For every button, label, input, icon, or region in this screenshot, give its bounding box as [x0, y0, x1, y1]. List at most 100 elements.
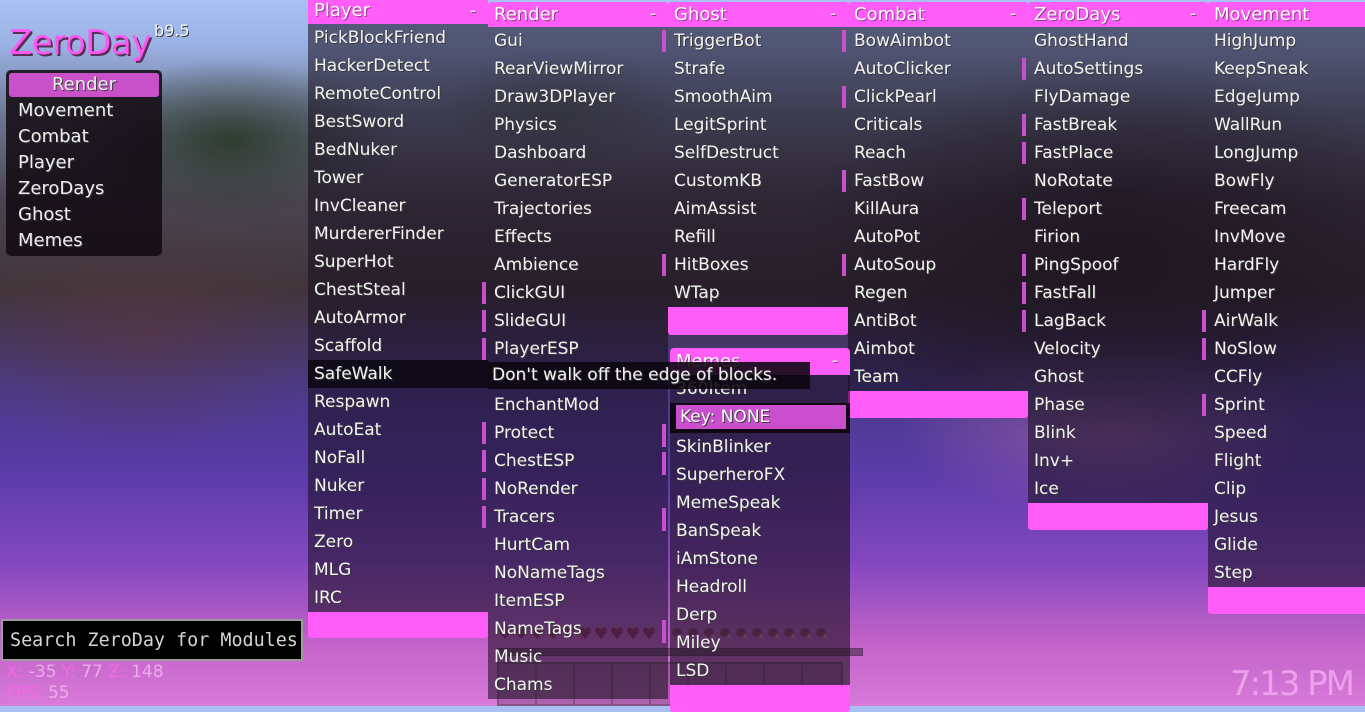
module-item[interactable]: Teleport [1022, 195, 1208, 223]
module-item[interactable]: HighJump [1208, 27, 1365, 55]
module-item[interactable]: KillAura [848, 195, 1028, 223]
module-item[interactable]: Miley [662, 620, 850, 657]
module-item[interactable]: SkinBlinker [662, 424, 850, 461]
module-item[interactable]: Effects [488, 223, 668, 251]
module-item[interactable]: EnchantMod [488, 391, 668, 419]
module-item[interactable]: Trajectories [488, 195, 668, 223]
module-item[interactable]: MLG [308, 556, 488, 584]
module-item[interactable]: Sprint [1202, 391, 1365, 419]
module-item[interactable]: AutoEat [308, 416, 488, 444]
module-item-hovered[interactable]: SafeWalk [308, 360, 488, 388]
module-item[interactable]: FlyDamage [1028, 83, 1208, 111]
module-item[interactable]: ItemESP [488, 587, 668, 615]
category-ghost[interactable]: Ghost [6, 202, 162, 228]
module-item[interactable]: Nuker [308, 472, 488, 500]
module-item[interactable]: LegitSprint [668, 111, 848, 139]
module-item[interactable]: Jesus [1208, 503, 1365, 531]
module-item[interactable]: PickBlockFriend [308, 24, 488, 52]
module-item[interactable]: InvCleaner [308, 192, 488, 220]
module-item[interactable]: GhostHand [1028, 27, 1208, 55]
module-item[interactable]: AutoSoup [842, 251, 1028, 279]
module-item[interactable]: Regen [848, 279, 1028, 307]
module-search[interactable] [1, 619, 303, 661]
module-item[interactable]: PlayerESP [482, 335, 668, 363]
module-item[interactable]: HitBoxes [662, 251, 848, 279]
module-item[interactable]: FastFall [1022, 279, 1208, 307]
module-item[interactable]: BestSword [308, 108, 488, 136]
module-item[interactable]: Flight [1208, 447, 1365, 475]
module-item[interactable]: FastBreak [1022, 111, 1208, 139]
module-item[interactable]: AutoSettings [1022, 55, 1208, 83]
module-item[interactable]: AutoPot [848, 223, 1028, 251]
module-item[interactable]: TriggerBot [662, 27, 848, 55]
module-item[interactable]: Zero [308, 528, 488, 556]
module-item[interactable]: LongJump [1208, 139, 1365, 167]
module-item[interactable]: WTap [668, 279, 848, 307]
module-item[interactable]: HackerDetect [308, 52, 488, 80]
module-item[interactable]: iAmStone [670, 545, 850, 573]
module-item[interactable]: Tracers [482, 503, 668, 531]
module-item[interactable]: Phase [1028, 391, 1208, 419]
module-item[interactable]: SuperHot [308, 248, 488, 276]
module-item[interactable]: Speed [1208, 419, 1365, 447]
module-item[interactable]: Music [488, 643, 668, 671]
category-memes[interactable]: Memes [6, 228, 162, 254]
module-item[interactable]: BowAimbot [842, 27, 1028, 55]
module-item[interactable]: Ghost [1028, 363, 1208, 391]
collapse-button[interactable]: - [650, 2, 656, 27]
module-item[interactable]: Timer [308, 500, 488, 528]
module-item[interactable]: Scaffold [308, 332, 488, 360]
category-render[interactable]: Render [9, 73, 159, 97]
module-item[interactable]: SuperheroFX [662, 452, 850, 489]
module-item[interactable]: NoFall [308, 444, 488, 472]
module-item[interactable]: CustomKB [668, 167, 848, 195]
module-item[interactable]: SlideGUI [482, 307, 668, 335]
module-item[interactable]: CCFly [1208, 363, 1365, 391]
collapse-button[interactable]: - [470, 0, 476, 22]
module-item[interactable]: Ambience [488, 251, 668, 279]
keybind-setting[interactable]: Key: NONE [676, 405, 846, 429]
module-item[interactable]: AutoClicker [848, 55, 1028, 83]
module-item[interactable]: FastPlace [1022, 139, 1208, 167]
module-item[interactable]: Physics [488, 111, 668, 139]
module-item[interactable]: NameTags [488, 615, 668, 643]
module-item[interactable]: Strafe [668, 55, 848, 83]
module-item[interactable]: Clip [1208, 475, 1365, 503]
module-item[interactable]: HardFly [1208, 251, 1365, 279]
module-item[interactable]: BanSpeak [662, 508, 850, 545]
module-item[interactable]: LagBack [1022, 307, 1208, 335]
module-item[interactable]: Firion [1028, 223, 1208, 251]
module-item[interactable]: FastBow [842, 167, 1028, 195]
collapse-button[interactable]: - [830, 2, 836, 27]
module-item[interactable]: Tower [308, 164, 488, 192]
collapse-button[interactable]: - [1190, 2, 1196, 27]
module-item[interactable]: AimAssist [668, 195, 848, 223]
module-item[interactable]: NoRender [482, 475, 668, 503]
module-item[interactable]: MemeSpeak [670, 489, 850, 517]
module-item[interactable]: NoSlow [1202, 335, 1365, 363]
module-item[interactable]: Reach [848, 139, 1028, 167]
module-item[interactable]: NoRotate [1028, 167, 1208, 195]
panel-header-render[interactable]: Render - [488, 2, 668, 27]
module-item[interactable]: KeepSneak [1208, 55, 1365, 83]
module-item[interactable]: Team [848, 363, 1028, 391]
module-item[interactable]: IRC [308, 584, 488, 612]
module-item[interactable]: Aimbot [848, 335, 1028, 363]
module-item[interactable]: Ice [1028, 475, 1208, 503]
category-movement[interactable]: Movement [6, 98, 162, 124]
collapse-button[interactable]: - [1010, 2, 1016, 27]
module-item[interactable]: Criticals [848, 111, 1028, 139]
module-item[interactable]: BowFly [1208, 167, 1365, 195]
module-item[interactable]: SmoothAim [668, 83, 848, 111]
module-item[interactable]: Protect [482, 419, 668, 447]
category-zerodays[interactable]: ZeroDays [6, 176, 162, 202]
module-item[interactable]: HurtCam [488, 531, 668, 559]
module-item[interactable]: EdgeJump [1208, 83, 1365, 111]
module-item[interactable]: Freecam [1208, 195, 1365, 223]
category-combat[interactable]: Combat [6, 124, 162, 150]
panel-header-movement[interactable]: Movement [1208, 2, 1365, 27]
category-player[interactable]: Player [6, 150, 162, 176]
module-item[interactable]: LSD [670, 657, 850, 685]
module-item[interactable]: ClickPearl [842, 83, 1028, 111]
module-item[interactable]: AutoArmor [308, 304, 488, 332]
